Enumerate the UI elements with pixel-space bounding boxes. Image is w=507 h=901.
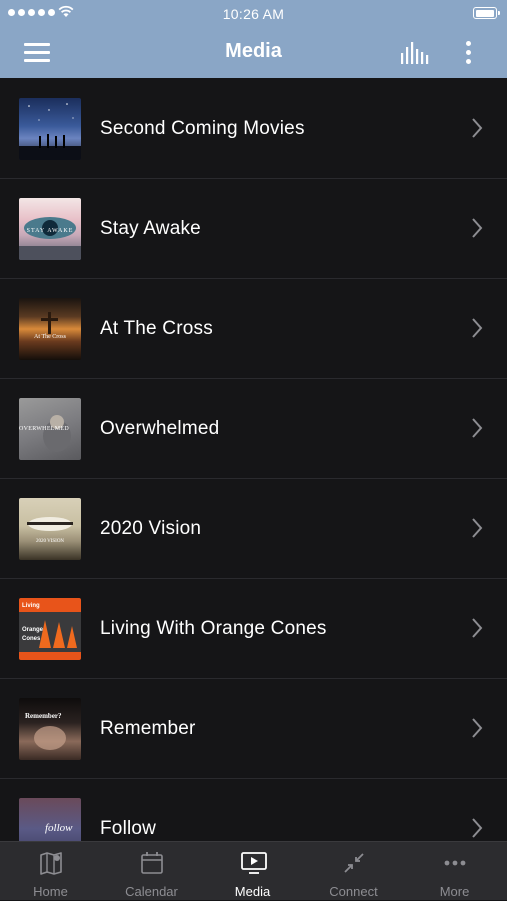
media-item-remember[interactable]: Remember? Remember (0, 679, 507, 779)
tab-home[interactable]: Home (0, 842, 101, 901)
media-item-title: At The Cross (100, 318, 213, 339)
chevron-right-icon (472, 618, 483, 638)
thumbnail-text: At The Cross (34, 334, 66, 340)
media-item-title: 2020 Vision (100, 518, 202, 539)
media-item-overwhelmed[interactable]: OVERWHELMED Overwhelmed (0, 379, 507, 479)
battery-icon (473, 7, 500, 19)
tab-label: Calendar (125, 884, 178, 899)
media-thumbnail: 2020 VISION (19, 498, 81, 560)
media-list: Second Coming Movies STAY AWAKE Stay Awa… (0, 79, 507, 841)
chevron-right-icon (472, 718, 483, 738)
tab-more[interactable]: More (404, 842, 505, 901)
media-play-icon (241, 852, 267, 874)
media-thumbnail: Living Orange Cones (19, 598, 81, 660)
media-thumbnail: At The Cross (19, 298, 81, 360)
tab-label: Media (234, 884, 271, 899)
media-item-title: Overwhelmed (100, 418, 220, 439)
tab-bar: Home Calendar Media Connect More (0, 841, 507, 900)
chevron-right-icon (472, 118, 483, 138)
thumbnail-text: OVERWHELMED (19, 426, 69, 432)
media-item-second-coming-movies[interactable]: Second Coming Movies (0, 79, 507, 179)
media-item-title: Living With Orange Cones (100, 618, 327, 639)
chevron-right-icon (472, 418, 483, 438)
audio-bars-icon[interactable] (396, 40, 432, 66)
chevron-right-icon (472, 318, 483, 338)
thumbnail-text: 2020 VISION (35, 538, 65, 544)
media-item-title: Stay Awake (100, 218, 201, 239)
thumbnail-text: STAY AWAKE (26, 228, 74, 234)
status-time: 10:26 AM (222, 6, 285, 22)
tab-media[interactable]: Media (202, 842, 303, 901)
media-item-at-the-cross[interactable]: At The Cross At The Cross (0, 279, 507, 379)
media-item-2020-vision[interactable]: 2020 VISION 2020 Vision (0, 479, 507, 579)
chevron-right-icon (472, 518, 483, 538)
media-item-stay-awake[interactable]: STAY AWAKE Stay Awake (0, 179, 507, 279)
tab-calendar[interactable]: Calendar (101, 842, 202, 901)
media-item-title: Second Coming Movies (100, 118, 305, 139)
tab-label: Home (33, 884, 68, 899)
media-thumbnail: Remember? (19, 698, 81, 760)
media-item-follow[interactable]: follow Follow (0, 779, 507, 841)
thumbnail-text: follow (45, 822, 73, 834)
media-item-living-with-orange-cones[interactable]: Living Orange Cones Living With Orange C… (0, 579, 507, 679)
status-bar: 10:26 AM (0, 0, 507, 28)
map-icon (40, 852, 62, 875)
chevron-right-icon (472, 218, 483, 238)
media-thumbnail (19, 98, 81, 160)
tab-label: Connect (329, 884, 378, 899)
more-dots-icon (444, 860, 466, 866)
tab-label: More (439, 884, 470, 899)
media-thumbnail: follow (19, 798, 81, 841)
media-item-title: Remember (100, 718, 196, 739)
thumbnail-text: Remember? (25, 712, 62, 720)
overflow-menu-button[interactable] (458, 38, 478, 68)
calendar-icon (141, 852, 163, 874)
media-thumbnail: OVERWHELMED (19, 398, 81, 460)
media-thumbnail: STAY AWAKE (19, 198, 81, 260)
connect-arrows-icon (344, 853, 364, 873)
thumbnail-text: Living Orange Cones (22, 603, 44, 642)
nav-bar: Media (0, 28, 507, 78)
media-item-title: Follow (100, 818, 157, 839)
chevron-right-icon (472, 818, 483, 838)
tab-connect[interactable]: Connect (303, 842, 404, 901)
